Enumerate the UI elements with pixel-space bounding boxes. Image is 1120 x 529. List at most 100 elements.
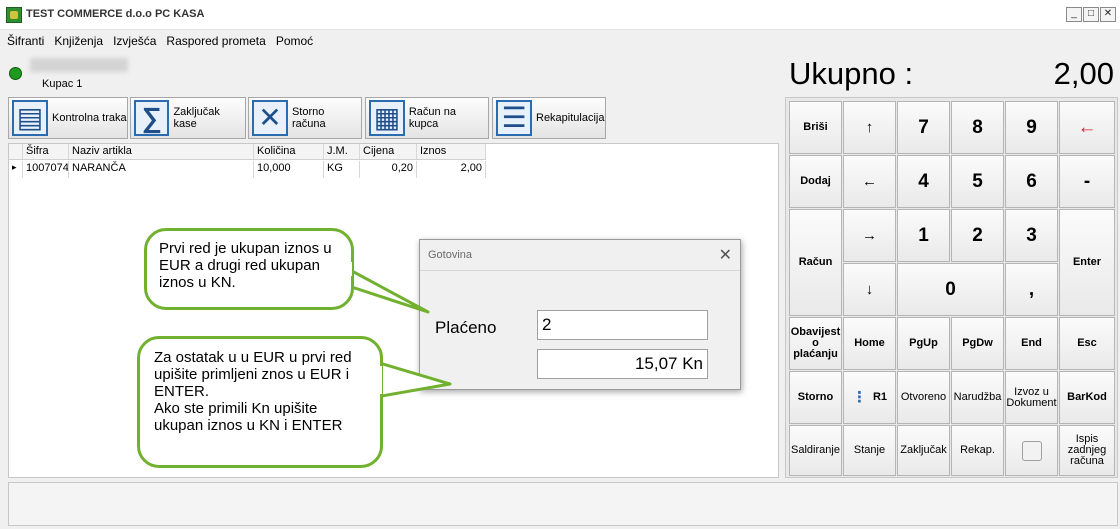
kontrolna-traka-label: Kontrolna traka: [52, 112, 127, 124]
cell-sifra: 1007074: [23, 161, 69, 178]
rekapitulacija-label: Rekapitulacija: [536, 112, 605, 124]
kn-amount-field[interactable]: [537, 349, 708, 379]
callout-bottom-seam: [366, 366, 382, 394]
callout-bottom: Za ostatak u u EUR u prvi red upišite pr…: [137, 336, 383, 468]
pgup-button[interactable]: PgUp: [897, 317, 950, 370]
enter-button[interactable]: Enter: [1059, 209, 1115, 316]
rekap-button[interactable]: Rekap.: [951, 425, 1004, 476]
col-jm[interactable]: J.M.: [324, 144, 360, 159]
zakljucak-kase-button[interactable]: ∑ Zaključak kase: [130, 97, 246, 139]
key-8[interactable]: 8: [951, 101, 1004, 154]
menu-bar: Šifranti Knjiženja Izvješća Raspored promet…: [0, 30, 1120, 52]
col-cijena[interactable]: Cijena: [360, 144, 417, 159]
racun-na-kupca-button[interactable]: ▦ Račun na kupca: [365, 97, 489, 139]
key-6[interactable]: 6: [1005, 155, 1058, 208]
barkod-button[interactable]: BarKod: [1059, 371, 1115, 424]
key-7[interactable]: 7: [897, 101, 950, 154]
key-9[interactable]: 9: [1005, 101, 1058, 154]
ledger-icon: ▦: [369, 100, 405, 136]
left-arrow-button[interactable]: ←: [843, 155, 896, 208]
pgdw-button[interactable]: PgDw: [951, 317, 1004, 370]
title-bar: TEST COMMERCE d.o.o PC KASA _ □ ✕: [0, 0, 1120, 30]
status-indicator-icon: [9, 67, 22, 80]
obavijest-o-placanju-button[interactable]: Obavijest o plaćanju: [789, 317, 842, 370]
menu-raspored-prometa[interactable]: Raspored prometa: [163, 30, 268, 48]
esc-button[interactable]: Esc: [1059, 317, 1115, 370]
r1-button[interactable]: ⋮ R1: [843, 371, 896, 424]
end-button[interactable]: End: [1005, 317, 1058, 370]
document-icon: ▤: [12, 100, 48, 136]
narudzba-button[interactable]: Narudžba: [951, 371, 1004, 424]
callout-top-seam: [330, 262, 352, 276]
col-kolicina[interactable]: Količina: [254, 144, 324, 159]
row-marker-icon: ▸: [9, 161, 23, 178]
kontrolna-traka-button[interactable]: ▤ Kontrolna traka: [8, 97, 128, 139]
window-title: TEST COMMERCE d.o.o PC KASA: [26, 8, 205, 20]
minimize-button[interactable]: _: [1066, 7, 1082, 22]
menu-pomoc[interactable]: Pomoć: [273, 30, 316, 48]
rekapitulacija-button[interactable]: ☰ Rekapitulacija: [492, 97, 606, 139]
minus-button[interactable]: -: [1059, 155, 1115, 208]
menu-izvjesca[interactable]: Izvješća: [110, 30, 159, 48]
checkbox-icon: [1021, 440, 1042, 461]
sigma-icon: ∑: [134, 100, 170, 136]
storno-racuna-label: Storno računa: [291, 106, 326, 130]
zakljucak-kase-label: Zaključak kase: [173, 106, 220, 130]
menu-sifranti[interactable]: Šifranti: [4, 30, 47, 48]
down-arrow-button[interactable]: ↓: [843, 263, 896, 316]
placeno-input[interactable]: [537, 310, 708, 340]
backspace-button[interactable]: ←: [1059, 101, 1115, 154]
maximize-button[interactable]: □: [1083, 7, 1099, 22]
grid-header-marker: [9, 144, 23, 159]
app-icon: [6, 7, 22, 23]
cell-naziv: NARANČA: [69, 161, 254, 178]
key-3[interactable]: 3: [1005, 209, 1058, 262]
cell-jm: KG: [324, 161, 360, 178]
zakljucak-button[interactable]: Zaključak: [897, 425, 950, 476]
cell-iznos: 2,00: [417, 161, 486, 178]
stanje-button[interactable]: Stanje: [843, 425, 896, 476]
comma-button[interactable]: ,: [1005, 263, 1058, 316]
izvoz-u-dokument-button[interactable]: Izvoz u Dokument: [1005, 371, 1058, 424]
key-1[interactable]: 1: [897, 209, 950, 262]
callout-top: Prvi red je ukupan iznos u EUR a drugi r…: [144, 228, 354, 310]
menu-knjizenja[interactable]: Knjiženja: [51, 30, 106, 48]
dialog-title: Gotovina: [428, 249, 473, 261]
ispis-zadnjeg-racuna-button[interactable]: Ispis zadnjeg računa: [1059, 425, 1115, 476]
callout-bottom-line2: Ako ste primili Kn upišite ukupan iznos …: [154, 400, 343, 434]
grid-header: Šifra Naziv artikla Količina J.M. Cijena…: [9, 144, 486, 160]
key-4[interactable]: 4: [897, 155, 950, 208]
customer-label: Kupac 1: [42, 78, 83, 90]
table-row[interactable]: ▸ 1007074 NARANČA 10,000 KG 0,20 2,00: [9, 161, 486, 178]
dodaj-button[interactable]: Dodaj: [789, 155, 842, 208]
saldiranje-button[interactable]: Saldiranje: [789, 425, 842, 476]
up-arrow-button[interactable]: ↑: [843, 101, 896, 154]
otvoreno-button[interactable]: Otvoreno: [897, 371, 950, 424]
key-2[interactable]: 2: [951, 209, 1004, 262]
callout-bottom-line1: Za ostatak u u EUR u prvi red upišite pr…: [154, 349, 352, 400]
col-iznos[interactable]: Iznos: [417, 144, 486, 159]
cross-icon: ✕: [252, 100, 288, 136]
key-0[interactable]: 0: [897, 263, 1004, 316]
gotovina-dialog: Gotovina ✕ Plaćeno: [419, 239, 741, 390]
col-sifra[interactable]: Šifra: [23, 144, 69, 159]
storno-button[interactable]: Storno: [789, 371, 842, 424]
callout-top-text: Prvi red je ukupan iznos u EUR a drugi r…: [159, 240, 332, 291]
brisi-button[interactable]: Briši: [789, 101, 842, 154]
key-5[interactable]: 5: [951, 155, 1004, 208]
dialog-close-icon[interactable]: ✕: [719, 245, 732, 265]
redacted-customer-name: [30, 58, 128, 72]
racun-button[interactable]: Račun: [789, 209, 842, 316]
racun-na-kupca-label: Račun na kupca: [408, 106, 456, 130]
home-button[interactable]: Home: [843, 317, 896, 370]
right-arrow-button[interactable]: →: [843, 209, 896, 262]
blank-button[interactable]: [1005, 425, 1058, 476]
cell-cijena: 0,20: [360, 161, 417, 178]
storno-racuna-button[interactable]: ✕ Storno računa: [248, 97, 362, 139]
total-value: 2,00: [1053, 56, 1114, 91]
col-naziv[interactable]: Naziv artikla: [69, 144, 254, 159]
close-button[interactable]: ✕: [1100, 7, 1116, 22]
total-label: Ukupno :: [789, 56, 914, 91]
placeno-label: Plaćeno: [435, 318, 497, 337]
keypad: Briši ↑ 7 8 9 ← Dodaj ← 4 5 6 - Račun → …: [785, 97, 1118, 478]
